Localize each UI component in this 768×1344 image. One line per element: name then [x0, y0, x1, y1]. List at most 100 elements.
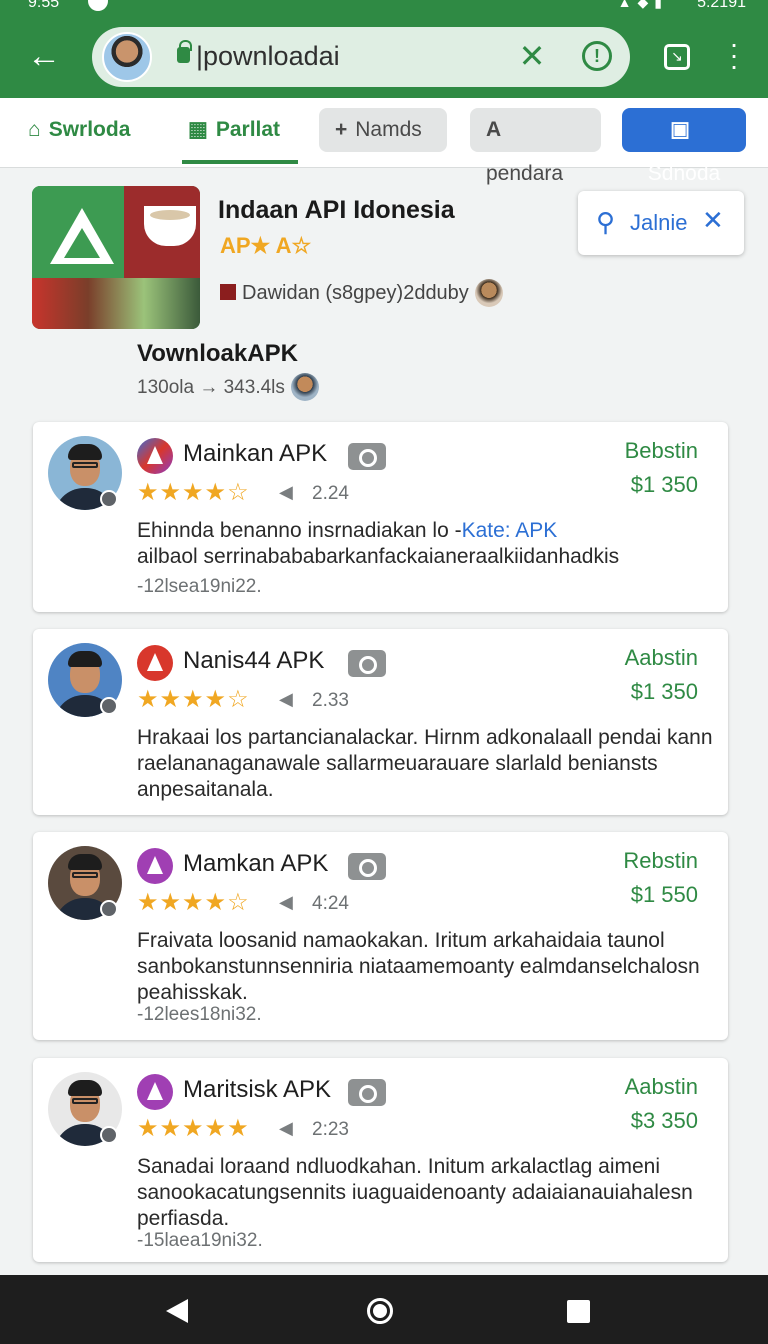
home-icon: ⌂: [28, 118, 41, 141]
review-status: Rebstin: [623, 848, 698, 873]
review-price: $1 350: [630, 472, 698, 497]
url-text[interactable]: |pownloadai: [196, 41, 340, 72]
app-rating: AP★ A☆: [220, 233, 312, 258]
status-bar: 9:55 ▲◆▮ 5:2191: [0, 0, 768, 14]
review-text: Hrakaai los partancianalackar. Hirnm adk…: [137, 726, 713, 801]
recents-square-icon[interactable]: [567, 1300, 590, 1323]
system-nav-bar: [0, 1275, 768, 1344]
grid-icon: ▦: [188, 118, 208, 141]
back-triangle-icon[interactable]: [166, 1299, 188, 1323]
review-count: 4:24: [312, 893, 349, 914]
tab-row: ⌂ Swrloda ▦ Parllat + Namds Apendara ▣ Sdnod…: [0, 98, 768, 185]
review-price: $1 350: [630, 679, 698, 704]
lock-icon: [177, 40, 192, 63]
review-count: 2.33: [312, 690, 349, 711]
avatar-glasses: [72, 872, 98, 878]
profile-avatar[interactable]: [102, 32, 152, 82]
review-card[interactable]: Mainkan APK ★★★★☆ ◀ 2.24 Bebstin $1 350 …: [33, 422, 728, 612]
plus-icon: +: [335, 118, 348, 141]
close-icon[interactable]: ✕: [517, 37, 547, 75]
star-rating: ★★★★☆: [137, 479, 250, 506]
avatar-hair: [68, 651, 102, 667]
verified-badge-icon: [100, 900, 118, 918]
review-app-name[interactable]: Mainkan APK: [183, 440, 327, 468]
developer-icon: [220, 284, 236, 300]
tab-namds[interactable]: + Namds: [319, 108, 447, 152]
close-icon[interactable]: ✕: [702, 205, 724, 236]
uploader-avatar: [290, 373, 319, 401]
avatar-hair: [68, 444, 102, 460]
star-rating: ★★★★★: [137, 1115, 250, 1142]
review-price: $1 550: [630, 882, 698, 907]
app-logo-inner: [64, 228, 100, 258]
camera-chip-icon[interactable]: [348, 443, 386, 470]
review-date: -15laea19ni32.: [137, 1230, 263, 1251]
tab-label: Swrloda: [48, 118, 131, 141]
tab-pendara[interactable]: Apendara: [470, 108, 601, 185]
review-card[interactable]: Maritsisk APK ★★★★★ ◀ 2:23 Aabstin $3 35…: [33, 1058, 728, 1262]
app-icon[interactable]: [32, 186, 200, 329]
app-small-icon: [137, 438, 173, 474]
developer-avatar: [474, 279, 503, 307]
download-meta: 130ola → 343.4ls: [137, 373, 319, 401]
review-app-name[interactable]: Nanis44 APK: [183, 647, 324, 675]
search-icon: ⚲: [596, 207, 616, 237]
review-app-name[interactable]: Mamkan APK: [183, 850, 328, 878]
review-text: Fraivata loosanid namaokakan. Iritum ark…: [137, 929, 700, 1004]
tab-swrloda[interactable]: ⌂ Swrloda: [28, 108, 130, 152]
review-text: Sanadai loraand ndluodkahan. Initum arka…: [137, 1155, 693, 1230]
browser-toolbar: 9:55 ▲◆▮ 5:2191 ← |pownloadai ✕ ! ↘ · · ·: [0, 0, 768, 98]
camera-chip-icon[interactable]: [348, 853, 386, 880]
speaker-icon: ◀: [279, 689, 293, 709]
tab-label: Parllat: [215, 118, 281, 141]
verified-badge-icon: [100, 490, 118, 508]
coffee-cup-icon: [144, 206, 196, 246]
speaker-icon: ◀: [279, 892, 293, 912]
review-status: Bebstin: [624, 438, 698, 463]
verified-badge-icon: [100, 1126, 118, 1144]
home-circle-icon[interactable]: [367, 1298, 393, 1324]
signal-icons: ▲◆▮: [617, 0, 668, 10]
status-notification-icon: [88, 0, 108, 11]
review-status: Aabstin: [624, 645, 698, 670]
active-tab-indicator: [182, 160, 298, 164]
app-small-icon: [137, 645, 173, 681]
speaker-icon: ◀: [279, 1118, 293, 1138]
tab-label: pendara: [486, 162, 564, 185]
app-small-icon: [137, 1074, 173, 1110]
review-price: $3 350: [630, 1108, 698, 1133]
back-arrow-icon[interactable]: ←: [22, 36, 66, 76]
avatar-hair: [68, 1080, 102, 1096]
review-app-name[interactable]: Maritsisk APK: [183, 1076, 331, 1104]
review-count: 2:23: [312, 1119, 349, 1140]
camera-chip-icon[interactable]: [348, 650, 386, 677]
more-vert-icon[interactable]: · · ·: [724, 30, 744, 80]
app-small-icon: [137, 848, 173, 884]
a-icon: A: [486, 118, 502, 141]
tab-parllat[interactable]: ▦ Parllat: [188, 108, 280, 152]
developer-row[interactable]: Dawidan (s8gpey)2dduby: [220, 279, 503, 307]
review-card[interactable]: Nanis44 APK ★★★★☆ ◀ 2.33 Aabstin $1 350 …: [33, 629, 728, 815]
store-icon: ▣: [670, 118, 690, 141]
review-date: -12lsea19ni22.: [137, 576, 262, 597]
developer-name: Dawidan (s8gpey)2dduby: [242, 282, 469, 304]
avatar-hair: [68, 854, 102, 870]
speaker-icon: ◀: [279, 482, 293, 502]
review-status: Aabstin: [624, 1074, 698, 1099]
tab-sdnoda[interactable]: ▣ Sdnoda: [622, 108, 746, 185]
camera-chip-icon[interactable]: [348, 1079, 386, 1106]
star-rating: ★★★★☆: [137, 686, 250, 713]
download-meta-text: 130ola → 343.4ls: [137, 377, 285, 398]
status-time-left: 9:55: [28, 0, 60, 11]
app-title: Indaan API Idonesia: [218, 196, 455, 224]
download-title[interactable]: VownloakAPK: [137, 340, 298, 368]
review-card[interactable]: Mamkan APK ★★★★☆ ◀ 4:24 Rebstin $1 550 F…: [33, 832, 728, 1040]
star-rating: ★★★★☆: [137, 889, 250, 916]
tab-switcher-icon[interactable]: ↘: [664, 44, 690, 70]
tab-label: Sdnoda: [647, 162, 721, 185]
info-icon[interactable]: !: [582, 41, 612, 71]
review-tag-link[interactable]: Kate: APK: [462, 519, 558, 542]
search-button[interactable]: ⚲ Jalnie ✕: [578, 191, 744, 255]
url-bar[interactable]: |pownloadai ✕ !: [92, 27, 630, 87]
review-count: 2.24: [312, 483, 349, 504]
